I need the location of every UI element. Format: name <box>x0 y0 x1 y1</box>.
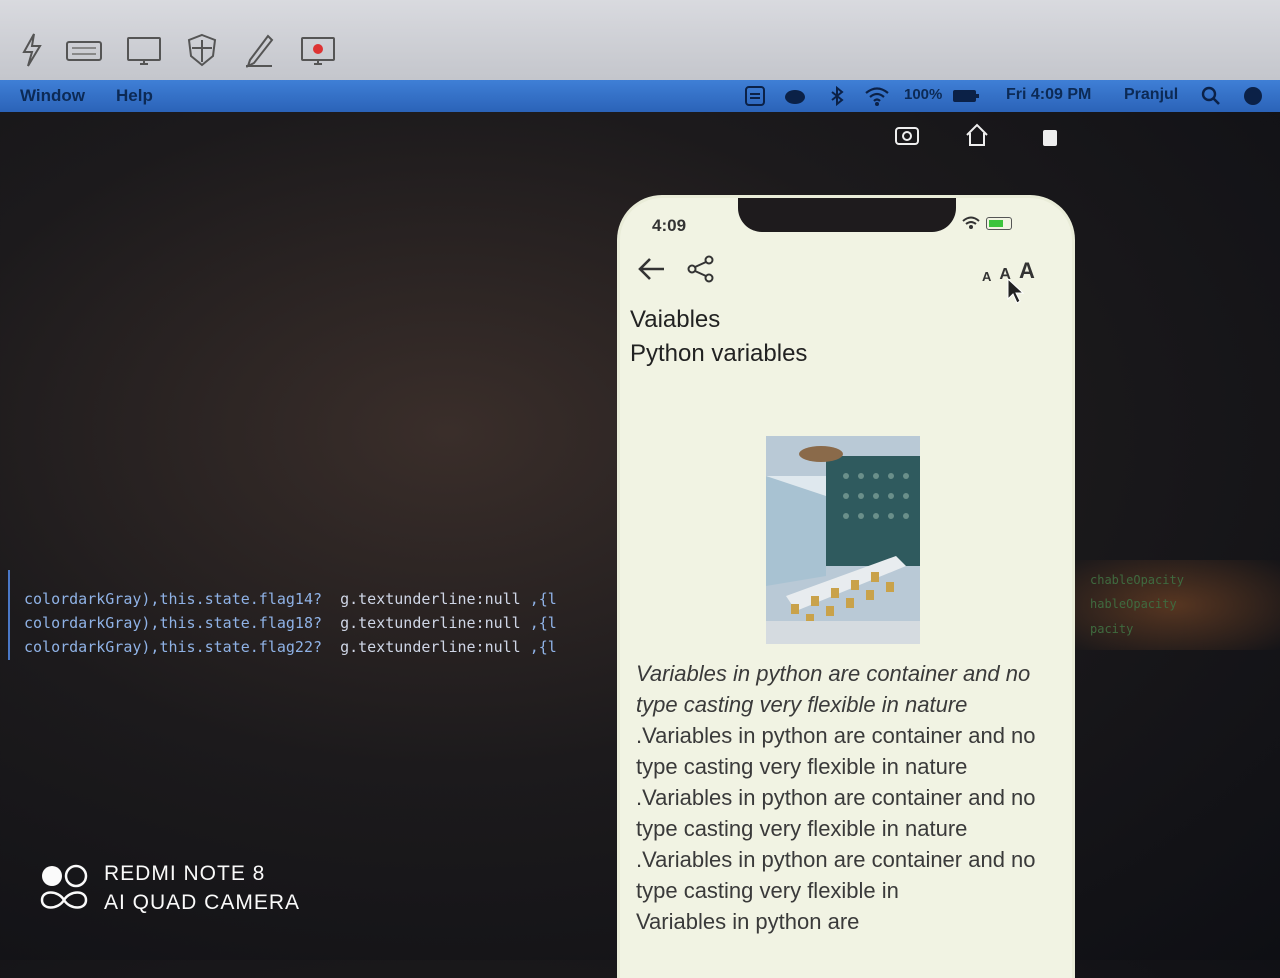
code-line: hableOpacity <box>1090 597 1177 611</box>
watermark-camera: AI QUAD CAMERA <box>104 891 301 914</box>
code-gutter-marker <box>8 570 10 660</box>
article-image <box>766 436 920 644</box>
article-title: Vaiables <box>630 306 721 333</box>
monitor-icon[interactable] <box>124 30 164 70</box>
mouse-cursor-icon <box>1007 278 1024 304</box>
menu-bar: Window Help 100% Fri 4:09 PM Pranjul <box>0 80 1280 112</box>
phone-status-icons <box>962 216 1012 230</box>
code-line: colordarkGray),this.state.flag18? g.text… <box>24 614 557 632</box>
code-line: colordarkGray),this.state.flag22? g.text… <box>24 638 557 656</box>
article-subtitle: Python variables <box>630 340 808 367</box>
rotate-icon[interactable] <box>1038 122 1062 153</box>
siri-icon[interactable] <box>1242 85 1264 107</box>
share-icon[interactable] <box>684 252 718 286</box>
record-screen-icon[interactable] <box>298 30 338 70</box>
article-body: Variables in python are container and no… <box>636 658 1046 937</box>
article-body-rest: .Variables in python are container and n… <box>636 723 1036 903</box>
menubar-user[interactable]: Pranjul <box>1124 86 1178 104</box>
lightning-icon[interactable] <box>12 30 52 70</box>
home-icon[interactable] <box>964 122 990 153</box>
simulator-toolbar <box>0 0 1280 80</box>
search-icon[interactable] <box>1200 85 1222 107</box>
screenshot-icon[interactable] <box>894 122 920 153</box>
battery-icon[interactable] <box>952 85 980 107</box>
phone-time: 4:09 <box>652 216 687 235</box>
article-body-intro: Variables in python are container and no… <box>636 661 1031 717</box>
menubar-clock[interactable]: Fri 4:09 PM <box>1006 86 1091 104</box>
cloud-icon[interactable] <box>784 85 806 107</box>
pen-icon[interactable] <box>240 30 280 70</box>
battery-icon <box>986 216 1012 230</box>
menu-help[interactable]: Help <box>116 86 153 106</box>
font-size-small-button[interactable]: A <box>982 269 991 284</box>
code-line: chableOpacity <box>1090 573 1184 587</box>
shield-icon[interactable] <box>182 30 222 70</box>
code-line: colordarkGray),this.state.flag14? g.text… <box>24 590 557 608</box>
status-menu-icon[interactable] <box>744 85 766 107</box>
wifi-icon <box>962 216 980 229</box>
wifi-icon[interactable] <box>864 85 890 107</box>
phone-notch <box>738 198 956 232</box>
code-line: pacity <box>1090 622 1134 636</box>
camera-logo-icon <box>40 864 88 909</box>
bluetooth-icon[interactable] <box>826 85 848 107</box>
article-body-tail: Variables in python are <box>636 909 860 934</box>
back-arrow-icon[interactable] <box>634 252 668 286</box>
keyboard-icon[interactable] <box>64 30 104 70</box>
menu-window[interactable]: Window <box>20 86 85 106</box>
phone-screen: 4:09 A A A Vaiables Python variables Var… <box>620 198 1072 978</box>
watermark-model: REDMI NOTE 8 <box>104 862 266 885</box>
battery-percent: 100% <box>904 86 943 103</box>
